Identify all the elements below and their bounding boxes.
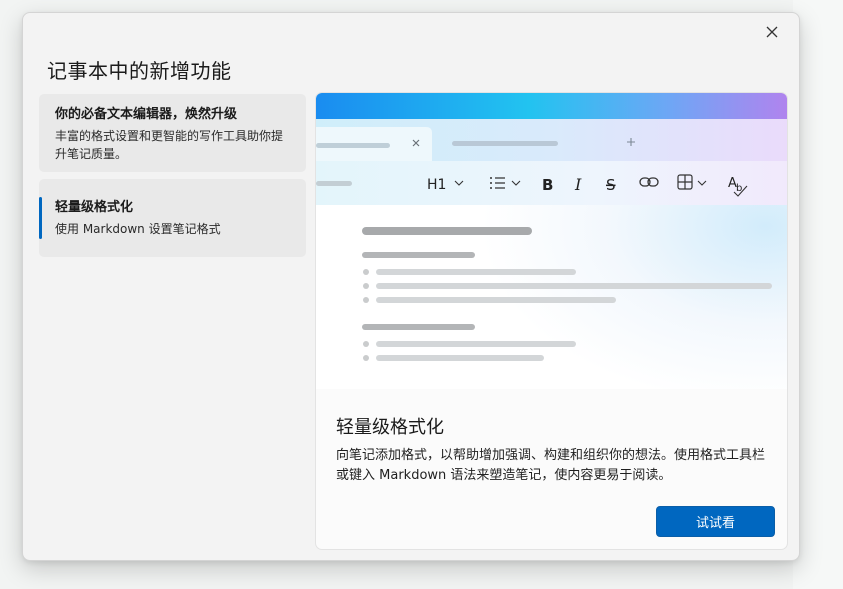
bullet: [363, 297, 369, 303]
bullet: [363, 341, 369, 347]
sidebar-item-title: 你的必备文本编辑器，焕然升级: [55, 107, 238, 122]
text-line: [376, 297, 616, 303]
try-it-button[interactable]: 试试看: [656, 506, 775, 537]
tab-label: [316, 143, 390, 148]
subheading-line: [362, 252, 475, 258]
toolbar-placeholder: [316, 181, 352, 186]
bullet: [363, 269, 369, 275]
sidebar-item-desc: 使用 Markdown 设置笔记格式: [55, 222, 221, 236]
subheading-line: [362, 324, 475, 330]
bold-icon: B: [542, 176, 553, 194]
bullet: [363, 355, 369, 361]
background: [793, 0, 843, 589]
heading-select: H1: [427, 177, 446, 193]
text-line: [376, 283, 772, 289]
sidebar-item-title: 轻量级格式化: [55, 200, 134, 215]
close-button[interactable]: [759, 19, 785, 45]
text-line: [376, 341, 576, 347]
selection-indicator: [39, 197, 42, 239]
card-description: 向笔记添加格式，以帮助增加强调、构建和组织你的想法。使用格式工具栏或键入 Mar…: [336, 448, 766, 483]
bullet: [363, 283, 369, 289]
card-title: 轻量级格式化: [336, 417, 444, 438]
tab-label: [452, 141, 558, 146]
italic-icon: I: [574, 175, 582, 194]
feature-card: H1 B I S A b 轻量级格式化 向笔记添加格式，以帮助增加强调、构建和组…: [315, 92, 788, 550]
sidebar-item-desc: 丰富的格式设置和更智能的写作工具助你提升笔记质量。: [55, 129, 284, 161]
feature-illustration: H1 B I S A b: [316, 93, 787, 389]
sidebar-item-editor-upgrade[interactable]: 你的必备文本编辑器，焕然升级 丰富的格式设置和更智能的写作工具助你提升笔记质量。: [39, 94, 306, 172]
text-line: [376, 269, 576, 275]
dialog-title: 记事本中的新增功能: [47, 59, 232, 83]
strikethrough-icon: S: [606, 176, 616, 194]
close-icon: [766, 26, 778, 38]
text-line: [376, 355, 544, 361]
title-bar: [316, 93, 787, 119]
whats-new-dialog: 记事本中的新增功能 你的必备文本编辑器，焕然升级 丰富的格式设置和更智能的写作工…: [22, 12, 800, 561]
sidebar-item-lightweight-formatting[interactable]: 轻量级格式化 使用 Markdown 设置笔记格式: [39, 179, 306, 257]
heading-line: [362, 227, 532, 235]
